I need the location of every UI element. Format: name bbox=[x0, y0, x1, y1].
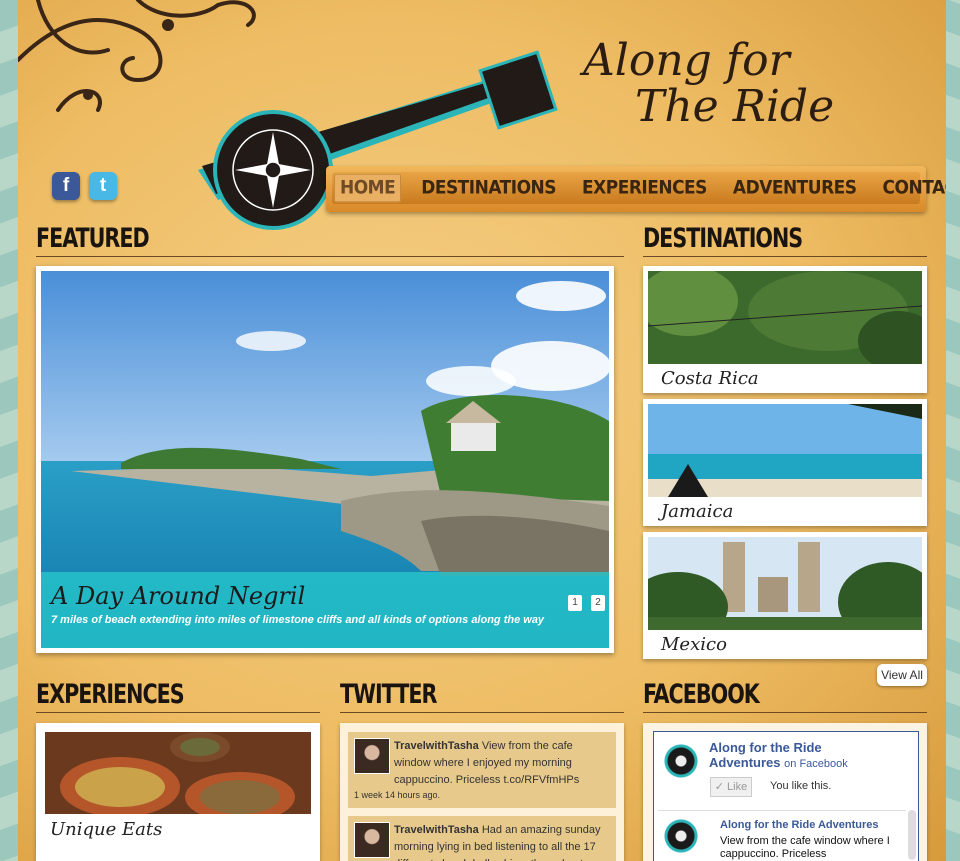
fb-post-avatar[interactable] bbox=[664, 817, 698, 855]
featured-slider: A Day Around Negril 7 miles of beach ext… bbox=[36, 266, 614, 653]
featured-subtitle: 7 miles of beach extending into miles of… bbox=[51, 614, 545, 626]
nav-adventures[interactable]: ADVENTURES bbox=[727, 174, 863, 203]
destination-image bbox=[648, 404, 922, 497]
main-nav: HOME DESTINATIONS EXPERIENCES ADVENTURES… bbox=[326, 166, 946, 212]
site-title-line2: The Ride bbox=[635, 81, 835, 132]
site-title[interactable]: Along for The Ride bbox=[583, 38, 843, 130]
facebook-icon[interactable]: f bbox=[52, 172, 80, 200]
destination-image bbox=[648, 271, 922, 364]
site-title-line1: Along for bbox=[583, 35, 790, 86]
fb-scrollbar[interactable] bbox=[908, 810, 916, 860]
tweet-text: TravelwithTasha Had an amazing sunday mo… bbox=[394, 822, 612, 861]
experience-card-unique-eats[interactable]: Unique Eats bbox=[36, 723, 320, 861]
avatar[interactable] bbox=[354, 738, 390, 774]
experiences-heading: EXPERIENCES bbox=[36, 680, 185, 710]
nav-destinations[interactable]: DESTINATIONS bbox=[415, 174, 562, 203]
nav-experiences[interactable]: EXPERIENCES bbox=[576, 174, 713, 203]
twitter-feed: TravelwithTasha View from the cafe windo… bbox=[340, 723, 624, 861]
fb-post-text: View from the cafe window where I cappuc… bbox=[720, 835, 890, 860]
fb-post: Along for the Ride Adventures View from … bbox=[658, 810, 906, 861]
featured-rule bbox=[36, 256, 624, 257]
tweet: TravelwithTasha View from the cafe windo… bbox=[348, 732, 616, 808]
fb-like-button[interactable]: ✓ Like bbox=[710, 777, 752, 797]
fb-page-name[interactable]: Along for the Ride Adventures on Faceboo… bbox=[709, 740, 889, 772]
fb-page-logo[interactable] bbox=[664, 742, 698, 780]
destination-card-costa-rica[interactable]: Costa Rica bbox=[643, 266, 927, 393]
destination-card-jamaica[interactable]: Jamaica bbox=[643, 399, 927, 526]
twitter-heading: TWITTER bbox=[340, 680, 437, 710]
facebook-heading: FACEBOOK bbox=[643, 680, 760, 710]
avatar[interactable] bbox=[354, 822, 390, 858]
twitter-icon[interactable]: t bbox=[89, 172, 117, 200]
destinations-rule bbox=[643, 256, 927, 257]
featured-caption: A Day Around Negril 7 miles of beach ext… bbox=[41, 572, 609, 648]
tweet-user[interactable]: TravelwithTasha bbox=[394, 824, 479, 836]
experiences-rule bbox=[36, 712, 320, 713]
view-all-button[interactable]: View All bbox=[877, 664, 927, 686]
destination-card-mexico[interactable]: Mexico bbox=[643, 532, 927, 659]
fb-post-title[interactable]: Along for the Ride Adventures bbox=[720, 819, 879, 831]
twitter-rule bbox=[340, 712, 624, 713]
destination-label: Mexico bbox=[661, 634, 727, 655]
featured-image[interactable]: A Day Around Negril 7 miles of beach ext… bbox=[41, 271, 609, 648]
destination-label: Jamaica bbox=[661, 501, 734, 522]
facebook-widget: Along for the Ride Adventures on Faceboo… bbox=[643, 723, 927, 861]
nav-contact[interactable]: CONTACT bbox=[877, 174, 946, 203]
featured-title[interactable]: A Day Around Negril bbox=[51, 582, 305, 610]
right-decor-border bbox=[946, 0, 960, 861]
destinations-heading: DESTINATIONS bbox=[643, 224, 803, 254]
page-container: Along for The Ride f t HOME DESTINATIONS… bbox=[18, 0, 946, 861]
slider-page-2[interactable]: 2 bbox=[591, 595, 605, 611]
destination-image bbox=[648, 537, 922, 630]
nav-home[interactable]: HOME bbox=[334, 173, 402, 203]
experience-label: Unique Eats bbox=[50, 819, 163, 840]
facebook-rule bbox=[643, 712, 927, 713]
destination-label: Costa Rica bbox=[661, 368, 759, 389]
experience-image bbox=[45, 732, 311, 814]
tweet-time: 1 week 14 hours ago. bbox=[354, 790, 441, 800]
fb-on-facebook: on Facebook bbox=[784, 758, 848, 770]
featured-heading: FEATURED bbox=[36, 224, 150, 254]
left-decor-border bbox=[0, 0, 18, 861]
fb-like-label: Like bbox=[727, 781, 748, 793]
fb-you-like-text: You like this. bbox=[770, 780, 832, 792]
tweet: TravelwithTasha Had an amazing sunday mo… bbox=[348, 816, 616, 861]
tweet-text: TravelwithTasha View from the cafe windo… bbox=[394, 738, 612, 789]
slider-page-1[interactable]: 1 bbox=[568, 595, 582, 611]
tweet-user[interactable]: TravelwithTasha bbox=[394, 740, 479, 752]
